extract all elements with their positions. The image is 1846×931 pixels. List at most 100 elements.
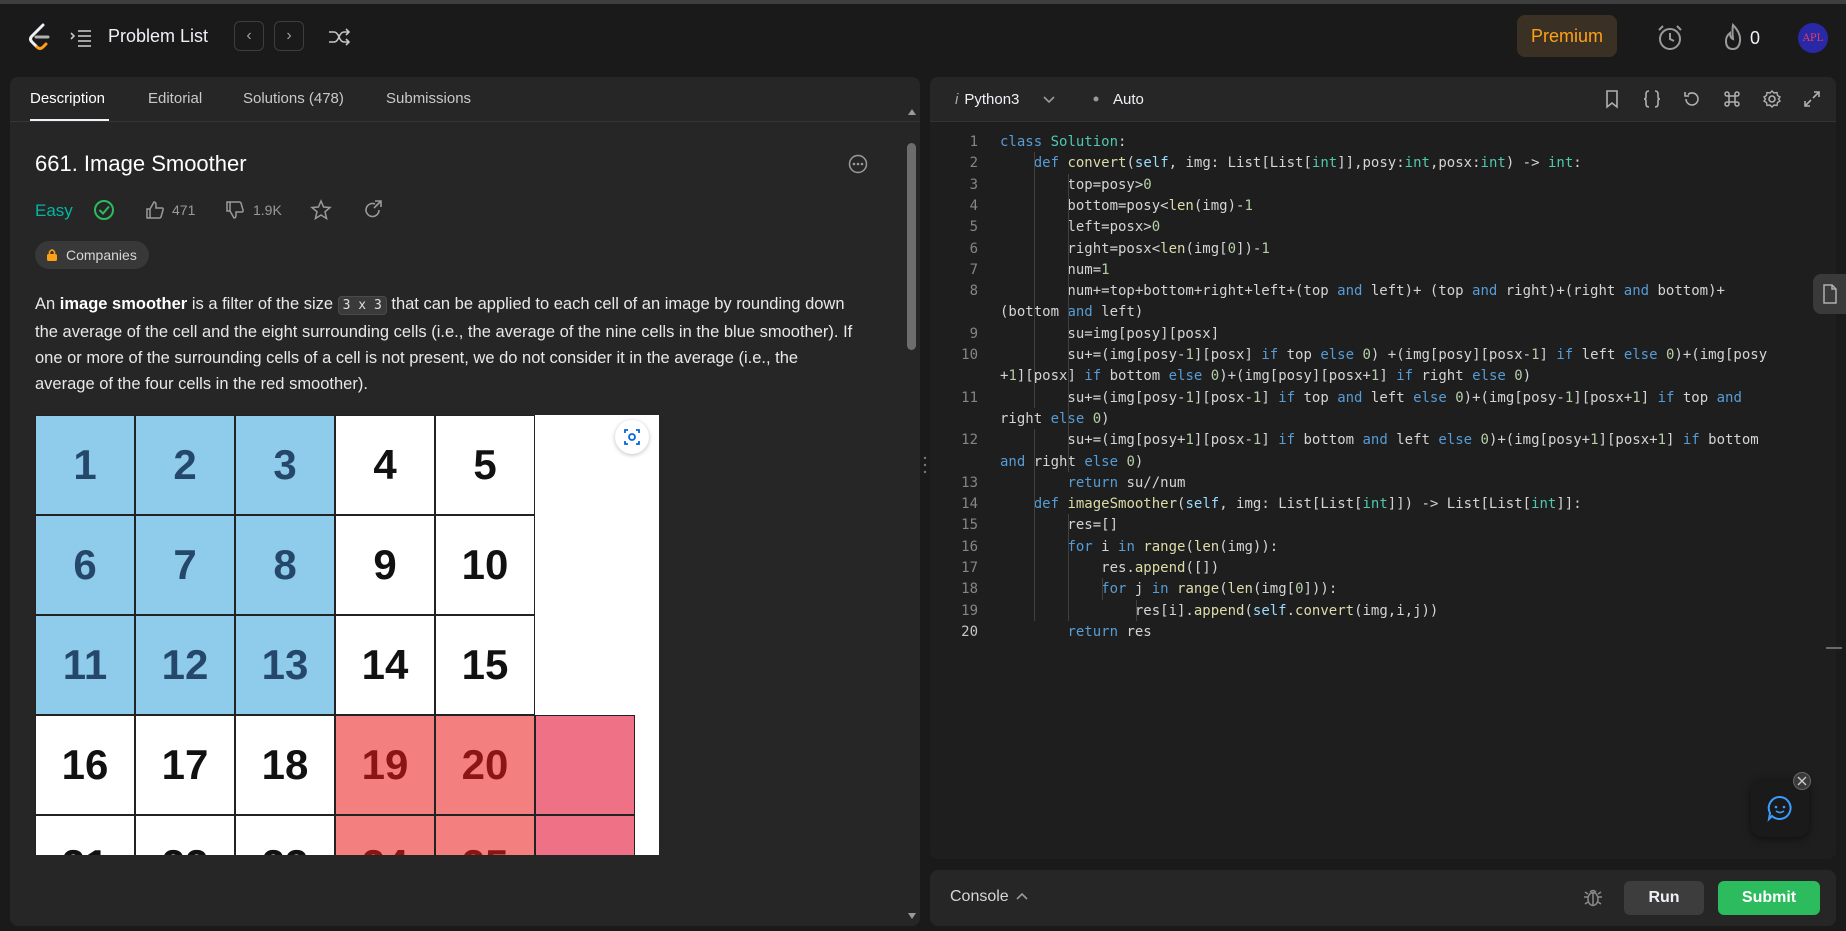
line-number: 14 (961, 496, 978, 513)
line-number: 15 (961, 517, 978, 534)
code-line[interactable]: 14 def imageSmoother(self, img: List[Lis… (930, 493, 1836, 515)
streak-fire-icon[interactable] (1721, 23, 1745, 51)
code-line[interactable]: 16 for i in range(len(img)): (930, 536, 1836, 558)
code-text: def convert(self, img: List[List[int]],p… (1033, 155, 1582, 172)
line-number: 17 (961, 560, 978, 576)
code-line[interactable]: 20 return res (930, 621, 1836, 643)
indent-guide (1136, 599, 1137, 621)
code-text: +1][posx] if bottom else 0)+(img[posy][p… (1000, 368, 1532, 385)
description-tabs: Description Editorial Solutions (478) Su… (10, 77, 920, 122)
line-number: 16 (961, 538, 978, 555)
scroll-up-arrow-icon[interactable] (907, 107, 917, 117)
code-line[interactable]: 5 left=posx>0 (930, 216, 1836, 238)
thumbs-up-icon[interactable] (145, 200, 165, 220)
code-editor-panel: i Python3 Auto 1 class Solution: 2 def conv… (930, 77, 1836, 859)
code-text: for i in range(len(img)): (1067, 538, 1279, 555)
code-line[interactable]: (bottom and left) (930, 301, 1836, 323)
next-problem-button[interactable]: › (274, 21, 304, 51)
submit-button[interactable]: Submit (1718, 881, 1820, 915)
panel-resize-handle[interactable] (923, 455, 927, 475)
indent-guide (1034, 429, 1035, 621)
code-text: su=img[posy][posx] (1000, 325, 1220, 342)
grid-cell: 23 (235, 815, 335, 855)
problem-description: An image smoother is a filter of the siz… (35, 291, 855, 397)
companies-tag[interactable]: Companies (35, 241, 149, 269)
indent-guide (1102, 578, 1103, 600)
favorite-star-icon[interactable] (310, 199, 332, 221)
tab-solutions[interactable]: Solutions (478) (243, 90, 344, 107)
tab-editorial[interactable]: Editorial (148, 90, 202, 107)
format-braces-icon[interactable] (1642, 89, 1662, 109)
editor-scroll-marker (1826, 647, 1842, 649)
more-options-icon[interactable] (848, 154, 868, 174)
shuffle-icon[interactable] (328, 27, 350, 47)
tab-description[interactable]: Description (30, 90, 105, 107)
code-line[interactable]: 12 su+=(img[posy+1][posx-1] if bottom an… (930, 429, 1836, 451)
grid-cell: 9 (335, 515, 435, 615)
code-text: su+=(img[posy+1][posx-1] if bottom and l… (1000, 432, 1759, 449)
shortcuts-command-icon[interactable] (1722, 89, 1742, 109)
language-select[interactable]: i Python3 (955, 91, 1019, 108)
problem-list-link[interactable]: Problem List (108, 26, 208, 47)
settings-gear-icon[interactable] (1762, 89, 1782, 109)
code-text: num+=top+bottom+right+left+(top and left… (1000, 283, 1725, 300)
line-number: 1 (969, 134, 978, 150)
code-line[interactable]: right else 0) (930, 408, 1836, 430)
tab-submissions[interactable]: Submissions (386, 90, 471, 107)
image-zoom-icon[interactable] (615, 420, 649, 454)
expand-icon[interactable] (1802, 89, 1822, 109)
code-text: res[i].append(self.convert(img,i,j)) (1000, 602, 1439, 619)
code-line[interactable]: 13 return su//num (930, 472, 1836, 494)
description-scrollbar[interactable] (907, 143, 916, 350)
code-line[interactable]: and right else 0) (930, 451, 1836, 473)
bookmark-icon[interactable] (1602, 89, 1622, 109)
chevron-up-icon[interactable] (1016, 891, 1028, 901)
chevron-down-icon[interactable] (1043, 95, 1055, 105)
debug-bug-icon[interactable] (1582, 886, 1604, 908)
problem-title: 661. Image Smoother (35, 151, 247, 176)
code-line[interactable]: 9 su=img[posy][posx] (930, 323, 1836, 345)
auto-mode-label[interactable]: Auto (1113, 91, 1144, 108)
solved-check-icon (94, 200, 114, 220)
line-number: 5 (969, 219, 978, 236)
code-text: su+=(img[posy-1][posx-1] if top and left… (1000, 389, 1742, 406)
indent-guide (1034, 152, 1035, 408)
code-line[interactable]: 7 num=1 (930, 259, 1836, 281)
side-notes-tab[interactable] (1813, 274, 1846, 314)
code-line[interactable]: 4 bottom=posy<len(img)-1 (930, 195, 1836, 217)
code-text: (bottom and left) (1000, 304, 1144, 321)
reset-icon[interactable] (1682, 89, 1702, 109)
problem-list-icon[interactable] (70, 28, 92, 48)
run-button[interactable]: Run (1624, 881, 1704, 915)
grid-cell: 21 (35, 815, 135, 855)
chat-bubble-icon (1767, 795, 1792, 822)
leetcode-logo-icon[interactable] (26, 22, 54, 52)
code-line[interactable]: 18 for j in range(len(img[0])): (930, 578, 1836, 600)
prev-problem-button[interactable]: ‹ (234, 21, 264, 51)
code-line[interactable]: 15 res=[] (930, 514, 1836, 536)
chat-close-button[interactable] (1793, 772, 1811, 790)
difficulty-badge: Easy (35, 201, 73, 220)
code-line[interactable]: 1 class Solution: (930, 131, 1836, 153)
console-toggle[interactable]: Console (950, 888, 1009, 906)
grid-cell: 19 (335, 715, 435, 815)
code-line[interactable]: 17 res.append([]) (930, 557, 1836, 579)
premium-button[interactable]: Premium (1517, 15, 1617, 57)
code-text: and right else 0) (1000, 453, 1144, 470)
code-line[interactable]: 8 num+=top+bottom+right+left+(top and le… (930, 280, 1836, 302)
user-avatar[interactable]: APL (1798, 23, 1828, 53)
code-line[interactable]: 3 top=posy>0 (930, 174, 1836, 196)
scroll-down-arrow-icon[interactable] (907, 911, 917, 921)
alarm-clock-icon[interactable] (1656, 24, 1684, 52)
share-icon[interactable] (362, 199, 384, 221)
code-line[interactable]: 11 su+=(img[posy-1][posx-1] if top and l… (930, 387, 1836, 409)
thumbs-down-icon[interactable] (225, 200, 245, 220)
code-line[interactable]: +1][posx] if bottom else 0)+(img[posy][p… (930, 365, 1836, 387)
code-line[interactable]: 19 res[i].append(self.convert(img,i,j)) (930, 600, 1836, 622)
code-line[interactable]: 10 su+=(img[posy-1][posx] if top else 0)… (930, 344, 1836, 366)
code-text: res=[] (1000, 517, 1119, 534)
code-line[interactable]: 2 def convert(self, img: List[List[int]]… (930, 152, 1836, 174)
code-editor[interactable]: 1 class Solution: 2 def convert(self, img:… (930, 131, 1836, 831)
code-line[interactable]: 6 right=posx<len(img[0])-1 (930, 238, 1836, 260)
desc-bold-term: image smoother (59, 295, 188, 313)
